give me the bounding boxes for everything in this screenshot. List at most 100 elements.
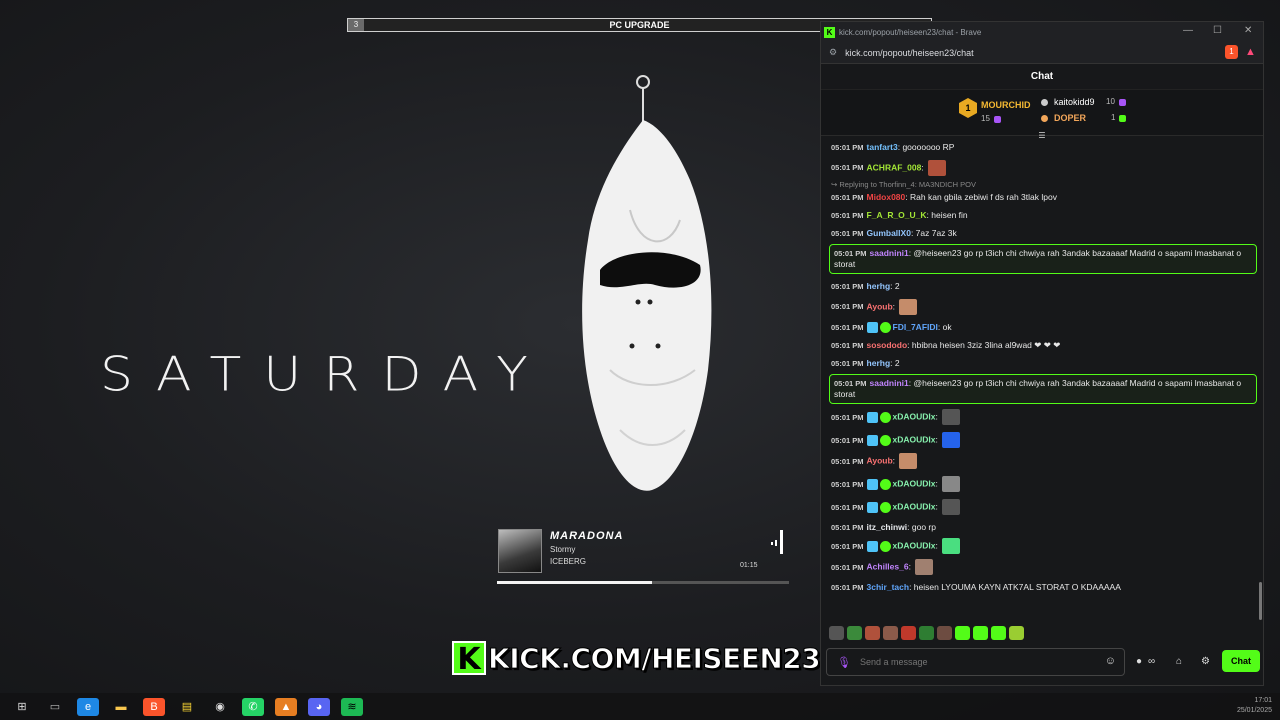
chat-message[interactable]: 05:01 PM saadnini1: @heiseen23 go rp t3ic… — [829, 374, 1257, 405]
file-explorer-icon[interactable]: ▬ — [110, 698, 132, 716]
address-bar[interactable]: ⚙ kick.com/popout/heiseen23/chat 1 ▲ — [821, 42, 1263, 64]
chat-message[interactable]: 05:01 PM Midox080: Rah kan gbila zebiwi f… — [821, 192, 1265, 203]
brave-shields-icon[interactable]: 1 — [1225, 45, 1238, 59]
microphone-icon[interactable]: 🎙 — [837, 656, 851, 669]
task-view-icon[interactable]: ▭ — [44, 698, 66, 716]
chat-message[interactable]: 05:01 PM xDAOUDIx: — [821, 476, 1265, 493]
emote-icon[interactable] — [901, 626, 916, 640]
message-username[interactable]: Ayoub — [867, 456, 893, 466]
chat-message[interactable]: 05:01 PM GumballX0: 7az 7az 3k — [821, 228, 1265, 239]
chat-message[interactable]: 05:01 PM herhg: 2 — [821, 358, 1265, 369]
message-username[interactable]: xDAOUDIx — [893, 479, 936, 489]
message-username[interactable]: xDAOUDIx — [893, 412, 936, 422]
emote-icon[interactable] — [883, 626, 898, 640]
message-username[interactable]: herhg — [867, 358, 891, 368]
message-input-box[interactable]: 🎙 ☺ — [826, 648, 1125, 676]
chat-settings-icon[interactable]: ⚙ — [1201, 656, 1210, 667]
message-username[interactable]: Ayoub — [867, 301, 893, 311]
chat-message[interactable]: 05:01 PM FDI_7AFIDI: ok — [821, 322, 1265, 334]
leader-first-name[interactable]: MOURCHID — [981, 100, 1031, 110]
verified-badge-icon — [879, 411, 891, 423]
shop-icon[interactable]: ⌂ — [1176, 656, 1182, 667]
close-icon[interactable]: ✕ — [1244, 25, 1252, 36]
verified-badge-icon — [879, 434, 891, 446]
notes-icon[interactable]: ▤ — [176, 698, 198, 716]
message-username[interactable]: xDAOUDIx — [893, 502, 936, 512]
brave-rewards-icon[interactable]: ▲ — [1244, 45, 1257, 59]
emote-icon — [942, 409, 961, 426]
chat-header: Chat — [821, 64, 1263, 90]
message-input[interactable] — [860, 657, 1080, 667]
chat-message[interactable]: 05:01 PM itz_chinwi: goo rp — [821, 522, 1265, 533]
equalizer-icon — [765, 530, 787, 554]
streamer-app-icon[interactable]: ▲ — [275, 697, 297, 716]
message-username[interactable]: tanfart3 — [867, 142, 898, 152]
saturday-title: SATURDAY — [100, 348, 550, 402]
send-chat-button[interactable]: Chat — [1222, 650, 1260, 672]
message-username[interactable]: Achilles_6 — [867, 562, 909, 572]
message-username[interactable]: sosododo — [867, 340, 908, 350]
message-username[interactable]: 3chir_tach — [867, 582, 910, 592]
site-settings-icon[interactable]: ⚙ — [829, 47, 837, 58]
minimize-icon[interactable]: — — [1183, 25, 1193, 36]
emote-icon[interactable] — [865, 626, 880, 640]
chat-message[interactable]: 05:01 PM tanfart3: gooooooo RP — [821, 142, 1265, 153]
chat-message[interactable]: 05:01 PM Achilles_6: — [821, 559, 1265, 576]
gift-icon — [994, 116, 1001, 123]
chat-message[interactable]: 05:01 PM F_A_R_O_U_K: heisen fin — [821, 210, 1265, 221]
emote-icon[interactable] — [991, 626, 1006, 640]
spotify-icon[interactable]: ≋ — [341, 697, 363, 716]
message-username[interactable]: xDAOUDIx — [893, 435, 936, 445]
reply-context: ↪ Replying to Thorfinn_4: MA3NDICH POV — [831, 180, 976, 189]
url-text[interactable]: kick.com/popout/heiseen23/chat — [845, 48, 974, 58]
chat-messages-list[interactable]: 05:01 PM tanfart3: gooooooo RP 05:01 PM ACH… — [821, 135, 1265, 620]
chat-message[interactable]: 05:01 PM xDAOUDIx: — [821, 538, 1265, 555]
message-timestamp: 05:01 PM — [831, 143, 864, 152]
obs-icon[interactable]: ◉ — [209, 698, 231, 716]
message-username[interactable]: GumballX0 — [867, 228, 911, 238]
chat-message[interactable]: 05:01 PM Ayoub: — [821, 453, 1265, 470]
message-username[interactable]: saadnini1 — [870, 248, 909, 258]
message-username[interactable]: saadnini1 — [870, 378, 909, 388]
message-username[interactable]: F_A_R_O_U_K — [867, 210, 927, 220]
emote-icon[interactable] — [937, 626, 952, 640]
channel-points-icon[interactable]: ● — [1136, 656, 1142, 667]
whatsapp-icon[interactable]: ✆ — [242, 697, 264, 716]
windows-start-icon[interactable]: ⊞ — [11, 698, 33, 716]
chat-message[interactable]: 05:01 PM herhg: 2 — [821, 281, 1265, 292]
chat-message[interactable]: 05:01 PM ACHRAF_008: — [821, 160, 1265, 176]
subscriber-badge-icon — [866, 540, 878, 552]
emote-icon[interactable] — [973, 626, 988, 640]
leader-second-name[interactable]: kaitokidd9 — [1054, 97, 1095, 107]
system-clock[interactable]: 17:01 25/01/2025 — [1237, 696, 1272, 716]
emote-icon[interactable] — [829, 626, 844, 640]
message-username[interactable]: ACHRAF_008 — [867, 162, 922, 172]
message-timestamp: 05:01 PM — [831, 323, 864, 332]
message-text: goo rp — [911, 522, 936, 533]
discord-icon[interactable]: ◕ — [308, 697, 330, 716]
message-username[interactable]: Midox080 — [867, 192, 906, 202]
chat-message[interactable]: 05:01 PM Ayoub: — [821, 299, 1265, 315]
edge-icon[interactable]: e — [77, 697, 99, 716]
kick-logo-icon: K — [452, 641, 486, 677]
brave-icon[interactable]: B — [143, 697, 165, 716]
emote-icon[interactable] — [919, 626, 934, 640]
message-username[interactable]: herhg — [867, 281, 891, 291]
emote-icon[interactable] — [955, 626, 970, 640]
music-player-widget: MARADONA Stormy ICEBERG 01:15 — [497, 528, 791, 588]
chat-message[interactable]: 05:01 PM xDAOUDIx: — [821, 432, 1265, 449]
chat-message[interactable]: 05:01 PM xDAOUDIx: — [821, 409, 1265, 426]
chat-message[interactable]: 05:01 PM saadnini1: @heiseen23 go rp t3ic… — [829, 244, 1257, 274]
emote-icon[interactable] — [1009, 626, 1024, 640]
leader-third-name[interactable]: DOPER — [1054, 113, 1086, 123]
message-username[interactable]: xDAOUDIx — [893, 541, 936, 551]
chat-message[interactable]: 05:01 PM 3chir_tach: heisen LYOUMA KAYN A… — [821, 582, 1265, 593]
chat-scrollbar[interactable] — [1259, 582, 1262, 620]
emoji-picker-icon[interactable]: ☺ — [1105, 655, 1116, 667]
emote-icon[interactable] — [847, 626, 862, 640]
message-username[interactable]: itz_chinwi — [867, 522, 908, 532]
maximize-icon[interactable]: ☐ — [1213, 25, 1222, 36]
chat-message[interactable]: 05:01 PM xDAOUDIx: — [821, 499, 1265, 516]
message-username[interactable]: FDI_7AFIDI — [893, 322, 938, 332]
chat-message[interactable]: 05:01 PM sosododo: hbibna heisen 3ziz 3li… — [821, 340, 1265, 351]
